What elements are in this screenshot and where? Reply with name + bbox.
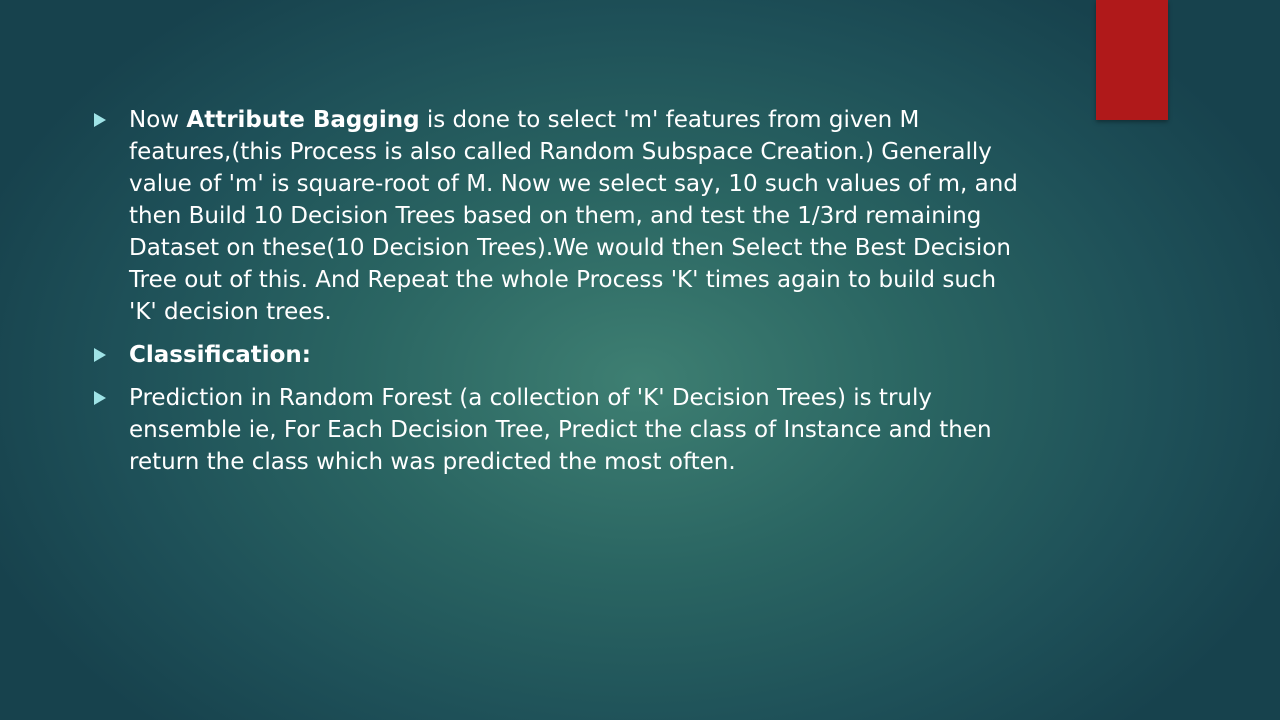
bullet-text-bold: Attribute Bagging (186, 107, 420, 133)
bullet-text-pre: Now (129, 107, 187, 133)
bullet-heading: Classification: (129, 342, 312, 368)
bullet-text-post: is done to select 'm' features from give… (129, 107, 1018, 325)
triangle-bullet-icon (94, 113, 106, 127)
triangle-bullet-icon (94, 348, 106, 362)
accent-bar (1096, 0, 1168, 120)
bullet-list: Now Attribute Bagging is done to select … (94, 104, 1024, 489)
slide: Now Attribute Bagging is done to select … (0, 0, 1280, 720)
bullet-text: Prediction in Random Forest (a collectio… (129, 385, 992, 475)
bullet-classification: Classification: (94, 339, 1024, 371)
bullet-attribute-bagging: Now Attribute Bagging is done to select … (94, 104, 1024, 328)
triangle-bullet-icon (94, 391, 106, 405)
bullet-prediction: Prediction in Random Forest (a collectio… (94, 382, 1024, 478)
